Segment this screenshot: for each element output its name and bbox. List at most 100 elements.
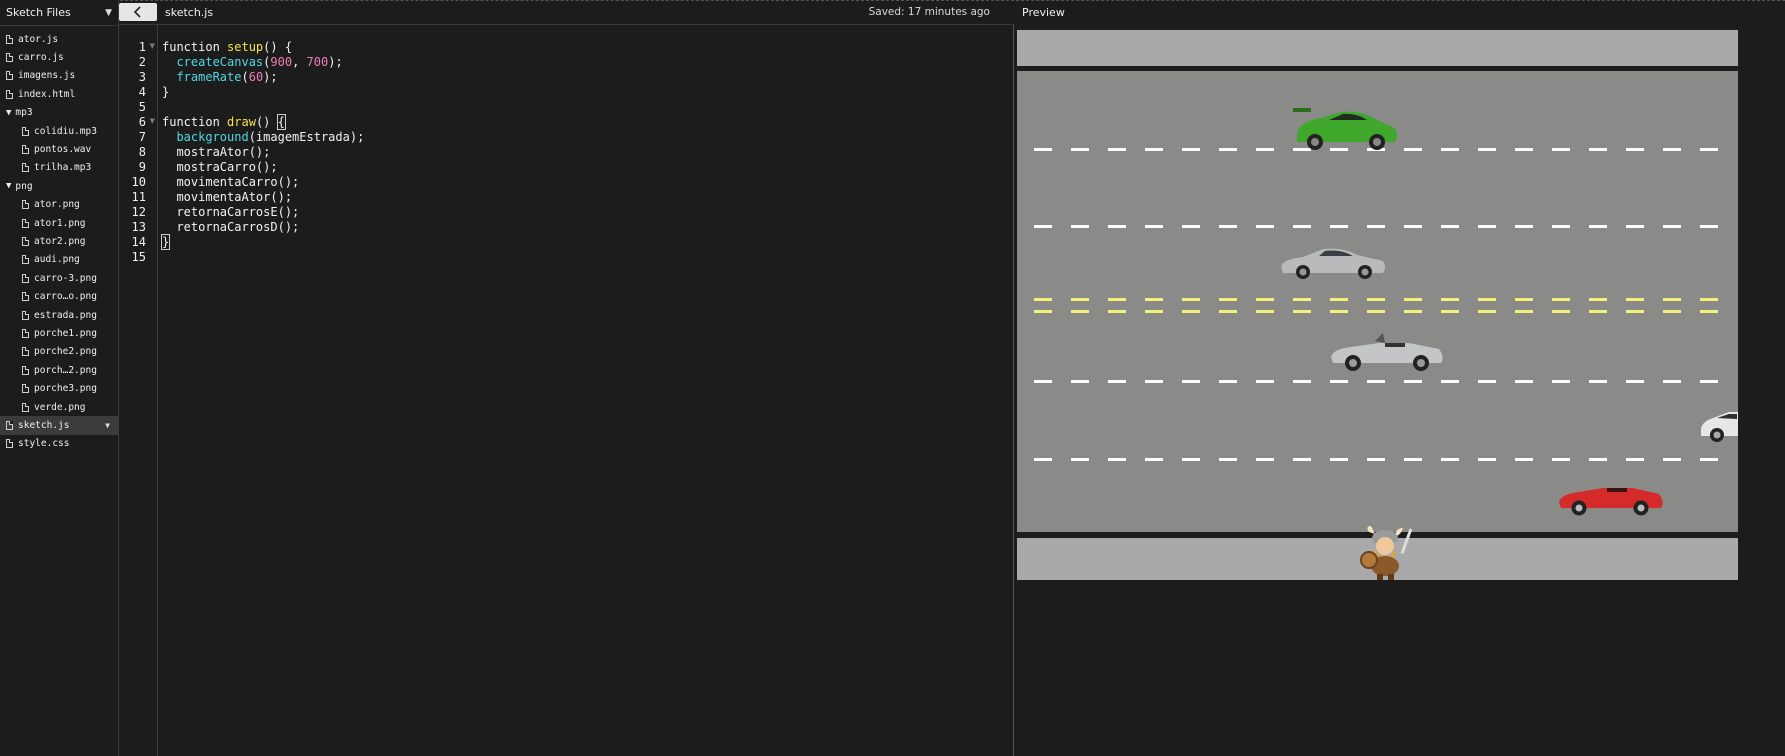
file-label: porch…2.png (34, 364, 97, 376)
code-token: frameRate (176, 70, 242, 84)
file-item[interactable]: ator.js (0, 30, 118, 48)
code-line: movimentaCarro(); (162, 175, 299, 189)
code-token: function (162, 115, 228, 129)
line-number-gutter: 1 ▼ 2 3 4 5 6 ▼ 7 8 9 10 11 12 13 14 15 (119, 25, 158, 756)
folder-expanded-icon[interactable]: ▼ (6, 181, 11, 191)
folder-item[interactable]: ▼ mp3 (0, 104, 118, 122)
file-icon (22, 347, 29, 357)
file-icon (6, 439, 13, 449)
file-item[interactable]: sketch.js ▼ (0, 416, 118, 435)
file-item[interactable]: ator1.png (0, 214, 118, 232)
code-token: } (160, 234, 171, 250)
green-porsche-car (1293, 108, 1397, 150)
file-label: imagens.js (18, 70, 76, 82)
code-token: retornaCarrosD(); (162, 220, 300, 234)
sidebar-header[interactable]: Sketch Files ▼ (0, 0, 118, 26)
code-token: movimentaCarro(); (162, 175, 300, 189)
file-icon (22, 310, 29, 320)
code-line: function setup() { (162, 40, 292, 54)
file-item[interactable]: porch…2.png (0, 361, 118, 379)
line-number: 1 (138, 40, 146, 54)
file-item[interactable]: trilha.mp3 (0, 159, 118, 177)
file-item[interactable]: porche2.png (0, 343, 118, 361)
file-item[interactable]: index.html (0, 85, 118, 103)
code-line: mostraCarro(); (162, 160, 277, 174)
file-icon (22, 200, 29, 210)
center-line-marking (1034, 298, 1722, 301)
line-number: 11 (131, 190, 146, 204)
code-token: mostraAtor(); (162, 145, 271, 159)
file-item[interactable]: porche1.png (0, 324, 118, 342)
file-label: pontos.wav (34, 144, 92, 156)
code-token: 700 (306, 55, 329, 69)
saved-status: Saved: 17 minutes ago (868, 6, 990, 18)
lane-marking (1034, 380, 1722, 383)
center-line-marking (1034, 310, 1722, 313)
file-icon (22, 126, 29, 136)
editor-file-name: sketch.js (165, 5, 214, 19)
code-line: mostraAtor(); (162, 145, 270, 159)
code-token: movimentaAtor(); (162, 190, 293, 204)
code-token: createCanvas (176, 55, 264, 69)
file-label: style.css (18, 438, 70, 450)
file-label: estrada.png (34, 309, 97, 321)
fold-icon[interactable]: ▼ (150, 117, 155, 125)
code-token: () (255, 115, 278, 129)
file-item[interactable]: carro.js (0, 48, 118, 66)
line-number: 4 (138, 85, 146, 99)
file-icon (22, 328, 29, 338)
file-item[interactable]: style.css (0, 435, 118, 453)
collapse-sidebar-button[interactable] (119, 3, 157, 21)
pane-divider[interactable] (1013, 25, 1014, 756)
chevron-down-icon[interactable]: ▼ (105, 8, 112, 18)
file-item[interactable]: carro…o.png (0, 287, 118, 305)
file-label: ator.png (34, 199, 80, 211)
file-icon (22, 402, 29, 412)
file-item[interactable]: pontos.wav (0, 140, 118, 158)
line-number: 13 (131, 220, 146, 234)
file-item[interactable]: imagens.js (0, 67, 118, 85)
line-number: 9 (138, 160, 146, 174)
file-item[interactable]: audi.png (0, 251, 118, 269)
file-icon (6, 420, 13, 430)
file-item[interactable]: porche3.png (0, 379, 118, 397)
code-token: , (292, 55, 307, 69)
code-line: background(imagemEstrada); (162, 130, 364, 144)
code-token: () { (263, 40, 293, 54)
file-icon (22, 145, 29, 155)
folder-item[interactable]: ▼ png (0, 177, 118, 195)
code-token: retornaCarrosE(); (162, 205, 300, 219)
preview-canvas[interactable] (1017, 30, 1738, 580)
code-line: frameRate(60); (162, 70, 277, 84)
file-item[interactable]: colidiu.mp3 (0, 122, 118, 140)
file-icon (6, 71, 13, 81)
file-item[interactable]: ator.png (0, 196, 118, 214)
file-icon (22, 365, 29, 375)
silver-porsche-car (1281, 248, 1385, 279)
code-token: 60 (248, 70, 264, 84)
code-line: movimentaAtor(); (162, 190, 292, 204)
file-item[interactable]: carro-3.png (0, 269, 118, 287)
line-number: 2 (138, 55, 146, 69)
fold-icon[interactable]: ▼ (150, 42, 155, 50)
editor-header: sketch.js Saved: 17 minutes ago (119, 0, 1014, 25)
file-label: carro.js (18, 52, 64, 64)
file-item[interactable]: ator2.png (0, 232, 118, 250)
file-item[interactable]: estrada.png (0, 306, 118, 324)
folder-expanded-icon[interactable]: ▼ (6, 108, 11, 118)
file-label: audi.png (34, 254, 80, 266)
line-number: 14 (131, 235, 146, 249)
line-number: 5 (138, 100, 146, 114)
preview-label: Preview (1022, 6, 1065, 19)
code-editor[interactable]: function setup() { createCanvas(900, 700… (159, 25, 1013, 756)
code-token: { (276, 114, 286, 130)
code-line: } (160, 234, 171, 250)
file-item[interactable]: verde.png (0, 398, 118, 416)
file-options-icon[interactable]: ▼ (105, 421, 110, 430)
line-number: 15 (131, 250, 146, 264)
silver-convertible-car (1331, 333, 1443, 371)
file-label: porche1.png (34, 327, 97, 339)
file-label: index.html (18, 88, 76, 100)
code-token: ( (241, 70, 249, 84)
file-label: carro-3.png (34, 272, 97, 284)
